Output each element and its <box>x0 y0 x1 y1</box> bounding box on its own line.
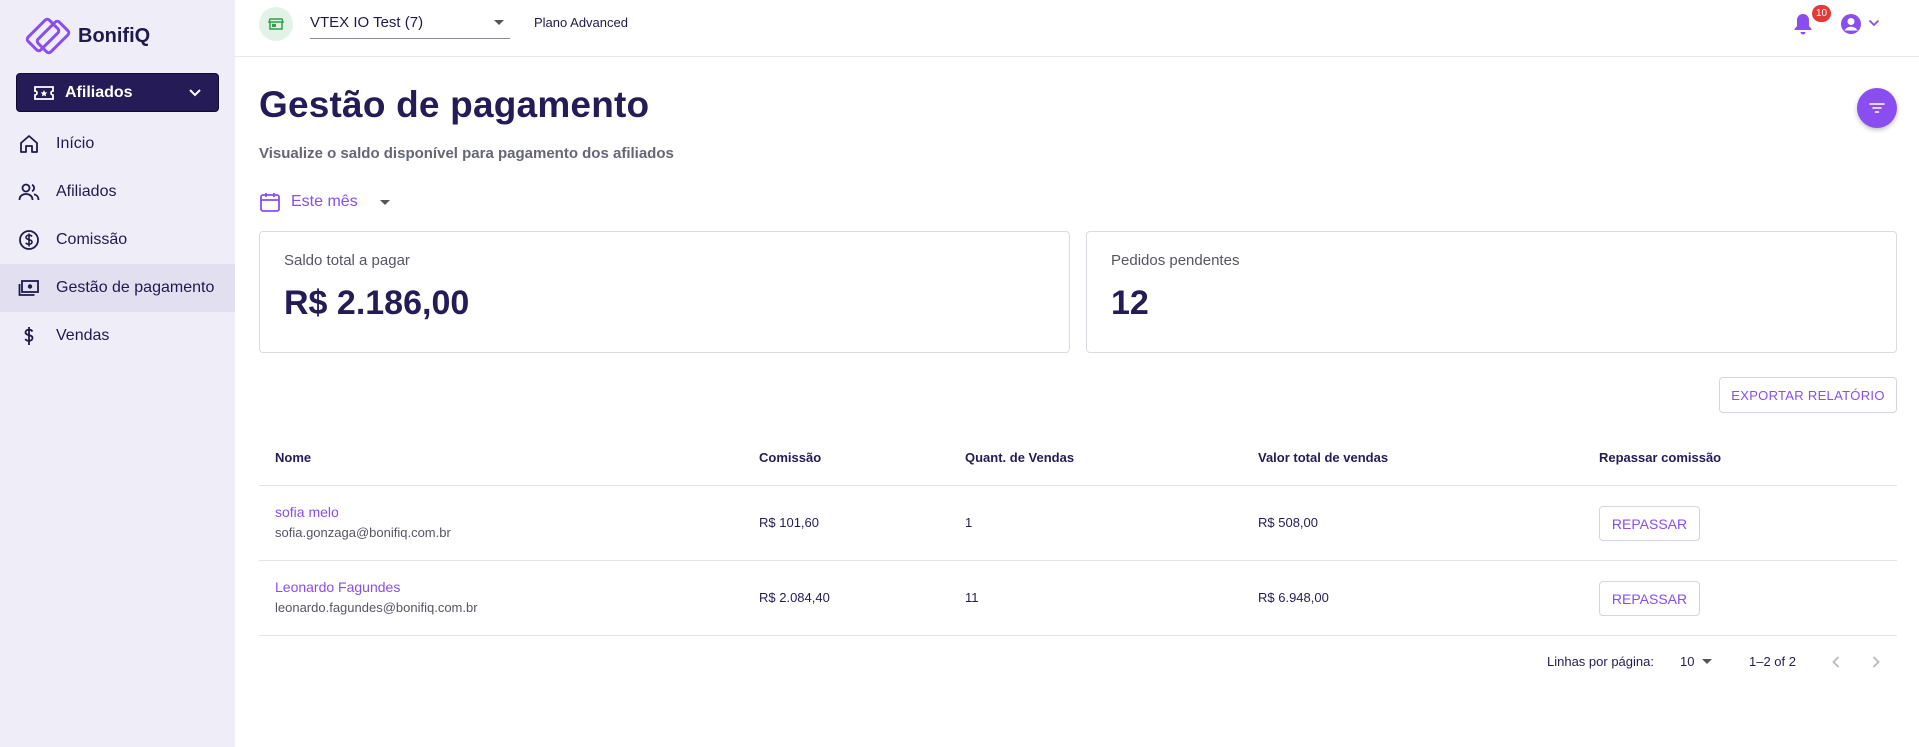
card-value: 12 <box>1111 284 1149 322</box>
sidebar-item-label: Vendas <box>56 327 110 344</box>
sidebar-item-label: Gestão de pagamento <box>56 279 215 296</box>
sidebar-item-label: Comissão <box>56 231 128 248</box>
notification-badge: 10 <box>1812 5 1832 22</box>
total-balance-card: Saldo total a pagar R$ 2.186,00 <box>259 231 1070 353</box>
page-title: Gestão de pagamento <box>259 84 650 125</box>
affiliate-name-link[interactable]: Leonardo Fagundes <box>275 579 400 595</box>
affiliate-email: leonardo.fagundes@bonifiq.com.br <box>275 600 478 615</box>
filter-button[interactable] <box>1857 88 1897 128</box>
ticket-icon <box>34 85 54 100</box>
home-icon <box>20 135 38 153</box>
sidebar-item-gestao-de-pagamento[interactable]: Gestão de pagamento <box>0 264 235 312</box>
table-row: sofia melo sofia.gonzaga@bonifiq.com.br … <box>259 486 1897 561</box>
dollar-circle-icon <box>19 230 39 250</box>
sidebar: BonifiQ Afiliados Início Afiliados Comis… <box>0 0 235 747</box>
store-selector[interactable]: VTEX IO Test (7) <box>310 6 510 39</box>
store-icon <box>259 7 293 41</box>
table-pagination: Linhas por página: 10 1–2 of 2 <box>259 650 1897 674</box>
card-label: Pedidos pendentes <box>1111 252 1240 269</box>
calendar-icon <box>260 193 280 212</box>
repassar-button[interactable]: REPASSAR <box>1599 581 1700 616</box>
pending-orders-card: Pedidos pendentes 12 <box>1086 231 1897 353</box>
sidebar-item-label: Início <box>56 135 95 152</box>
previous-page-button[interactable] <box>1825 650 1847 674</box>
logo[interactable]: BonifiQ <box>22 14 150 58</box>
column-header-repassar: Repassar comissão <box>1599 450 1722 465</box>
period-label: Este mês <box>291 193 358 210</box>
column-header-quant-vendas: Quant. de Vendas <box>965 450 1075 465</box>
rows-per-page-value: 10 <box>1680 654 1695 669</box>
module-selector[interactable]: Afiliados <box>16 73 219 112</box>
caret-down-icon <box>494 19 504 25</box>
brand-name: BonifiQ <box>78 24 151 47</box>
export-report-button[interactable]: EXPORTAR RELATÓRIO <box>1719 377 1897 413</box>
chevron-left-icon <box>1832 656 1840 668</box>
affiliate-email: sofia.gonzaga@bonifiq.com.br <box>275 525 451 540</box>
chevron-right-icon <box>1872 656 1880 668</box>
affiliate-name-link[interactable]: sofia melo <box>275 504 339 520</box>
sidebar-item-inicio[interactable]: Início <box>0 120 235 168</box>
users-icon <box>18 183 40 201</box>
logo-mark-icon <box>25 17 71 55</box>
chevron-down-icon <box>189 88 201 96</box>
caret-down-icon <box>1702 659 1713 664</box>
column-header-nome: Nome <box>275 450 312 465</box>
card-value: R$ 2.186,00 <box>284 284 470 322</box>
commission-value: R$ 2.084,40 <box>759 590 830 605</box>
plan-label: Plano Advanced <box>534 15 628 30</box>
rows-per-page-select[interactable]: 10 <box>1680 654 1713 669</box>
column-header-comissao: Comissão <box>759 450 822 465</box>
sidebar-item-afiliados[interactable]: Afiliados <box>0 168 235 216</box>
sidebar-item-vendas[interactable]: Vendas <box>0 312 235 360</box>
repassar-button[interactable]: REPASSAR <box>1599 506 1700 541</box>
user-avatar-icon[interactable] <box>1840 13 1862 35</box>
chevron-down-icon[interactable] <box>1868 19 1880 27</box>
module-label: Afiliados <box>65 83 133 101</box>
rows-per-page-label: Linhas por página: <box>1547 654 1654 669</box>
card-label: Saldo total a pagar <box>284 252 410 269</box>
column-header-valor-total: Valor total de vendas <box>1258 450 1389 465</box>
period-selector[interactable]: Este mês <box>259 191 390 213</box>
pagination-range: 1–2 of 2 <box>1749 654 1796 669</box>
payments-icon <box>18 280 39 296</box>
commission-value: R$ 101,60 <box>759 515 819 530</box>
dollar-icon <box>24 327 34 345</box>
next-page-button[interactable] <box>1865 650 1887 674</box>
sales-total: R$ 6.948,00 <box>1258 590 1329 605</box>
sidebar-item-comissao[interactable]: Comissão <box>0 216 235 264</box>
page-subtitle: Visualize o saldo disponível para pagame… <box>259 145 674 162</box>
notification-bell-icon[interactable] <box>1792 12 1814 36</box>
table-row: Leonardo Fagundes leonardo.fagundes@boni… <box>259 561 1897 636</box>
sales-count: 1 <box>965 515 973 530</box>
store-selector-value: VTEX IO Test (7) <box>310 13 424 31</box>
payments-table: Nome Comissão Quant. de Vendas Valor tot… <box>259 432 1897 636</box>
top-bar: VTEX IO Test (7) Plano Advanced 10 <box>235 0 1919 57</box>
filter-icon <box>1869 103 1885 113</box>
table-header: Nome Comissão Quant. de Vendas Valor tot… <box>259 432 1897 486</box>
sidebar-nav: Início Afiliados Comissão Gestão de paga… <box>0 120 235 360</box>
sidebar-item-label: Afiliados <box>56 183 117 200</box>
sales-count: 11 <box>965 590 979 605</box>
caret-down-icon <box>379 199 390 205</box>
sales-total: R$ 508,00 <box>1258 515 1318 530</box>
